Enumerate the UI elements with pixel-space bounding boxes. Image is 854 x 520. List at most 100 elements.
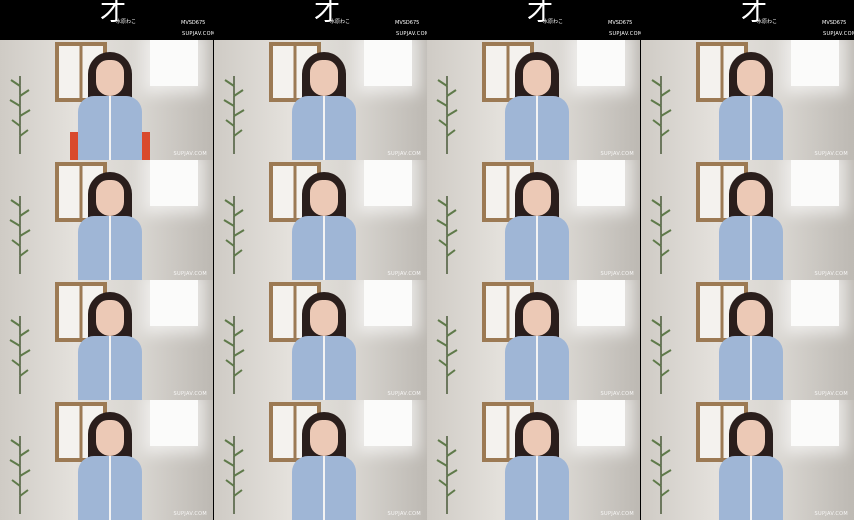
room-background <box>0 40 213 160</box>
person <box>74 410 146 520</box>
frame-watermark: SUPJAV.COM <box>600 271 634 277</box>
bright-window <box>791 280 839 326</box>
bright-window <box>364 400 412 446</box>
room-background <box>641 160 854 280</box>
frame-watermark: SUPJAV.COM <box>814 511 848 517</box>
video-frame-thumbnail: SUPJAV.COM <box>214 160 427 280</box>
bright-window <box>791 400 839 446</box>
person <box>74 170 146 280</box>
person <box>74 290 146 400</box>
header-watermark: SUPJAV.COM <box>823 31 854 37</box>
logo-name: 水原わこ <box>330 19 351 25</box>
video-frame-thumbnail: SUPJAV.COM <box>427 400 640 520</box>
person <box>715 170 787 280</box>
video-frame-thumbnail: SUPJAV.COM <box>0 160 213 280</box>
bright-window <box>364 40 412 86</box>
room-background <box>427 40 640 160</box>
plant-icon <box>650 76 672 154</box>
person <box>288 170 360 280</box>
video-frame-thumbnail: SUPJAV.COM <box>0 280 213 400</box>
header-watermark: SUPJAV.COM <box>182 31 216 37</box>
bright-window <box>791 160 839 206</box>
frame-watermark: SUPJAV.COM <box>387 391 421 397</box>
video-frame-thumbnail: SUPJAV.COM <box>214 280 427 400</box>
video-frame-thumbnail: SUPJAV.COM <box>641 400 854 520</box>
video-frame-thumbnail: SUPJAV.COM <box>427 40 640 160</box>
bright-window <box>364 160 412 206</box>
person <box>288 290 360 400</box>
person <box>501 170 573 280</box>
frame-watermark: SUPJAV.COM <box>173 271 207 277</box>
header-watermark: SUPJAV.COM <box>396 31 430 37</box>
frame-watermark: SUPJAV.COM <box>814 151 848 157</box>
video-frame-thumbnail: SUPJAV.COM <box>641 160 854 280</box>
person <box>288 50 360 160</box>
bright-window <box>577 400 625 446</box>
room-background <box>641 400 854 520</box>
plant-icon <box>223 316 245 394</box>
logo-name: 水原わこ <box>116 19 137 25</box>
header-strip: 才水原わこ MVSD675 SUPJAV.COM <box>214 0 430 40</box>
frame-watermark: SUPJAV.COM <box>173 151 207 157</box>
video-frame-thumbnail: SUPJAV.COM <box>427 160 640 280</box>
frame-watermark: SUPJAV.COM <box>814 391 848 397</box>
frame-watermark: SUPJAV.COM <box>600 151 634 157</box>
plant-icon <box>9 436 31 514</box>
video-frame-thumbnail: SUPJAV.COM <box>427 280 640 400</box>
plant-icon <box>650 316 672 394</box>
header-strip: 才水原わこ MVSD675 SUPJAV.COM <box>427 0 643 40</box>
frame-watermark: SUPJAV.COM <box>387 271 421 277</box>
bright-window <box>791 40 839 86</box>
plant-icon <box>9 76 31 154</box>
bright-window <box>577 40 625 86</box>
plant-icon <box>436 316 458 394</box>
video-frame-thumbnail: SUPJAV.COM <box>641 280 854 400</box>
plant-icon <box>9 196 31 274</box>
person <box>501 290 573 400</box>
bright-window <box>150 280 198 326</box>
bright-window <box>364 280 412 326</box>
frame-watermark: SUPJAV.COM <box>173 391 207 397</box>
bright-window <box>150 40 198 86</box>
plant-icon <box>9 316 31 394</box>
room-background <box>214 280 427 400</box>
frame-watermark: SUPJAV.COM <box>600 511 634 517</box>
plant-icon <box>223 436 245 514</box>
room-background <box>427 160 640 280</box>
room-background <box>0 400 213 520</box>
plant-icon <box>650 436 672 514</box>
logo-name: 水原わこ <box>757 19 778 25</box>
person <box>288 410 360 520</box>
product-code: MVSD675 <box>395 20 420 26</box>
header-strip: 才水原わこ MVSD675 SUPJAV.COM <box>641 0 854 40</box>
room-background <box>214 40 427 160</box>
plant-icon <box>223 76 245 154</box>
room-background <box>214 400 427 520</box>
frame-watermark: SUPJAV.COM <box>387 151 421 157</box>
plant-icon <box>436 196 458 274</box>
frame-watermark: SUPJAV.COM <box>814 271 848 277</box>
person <box>74 50 146 160</box>
room-background <box>427 280 640 400</box>
plant-icon <box>436 76 458 154</box>
room-background <box>0 280 213 400</box>
person <box>501 50 573 160</box>
bright-window <box>577 160 625 206</box>
product-code: MVSD675 <box>181 20 206 26</box>
plant-icon <box>650 196 672 274</box>
video-frame-thumbnail: SUPJAV.COM <box>0 40 213 160</box>
header-watermark: SUPJAV.COM <box>609 31 643 37</box>
plant-icon <box>223 196 245 274</box>
room-background <box>641 280 854 400</box>
room-background <box>0 160 213 280</box>
person <box>501 410 573 520</box>
product-code: MVSD675 <box>822 20 847 26</box>
video-frame-thumbnail: SUPJAV.COM <box>641 40 854 160</box>
video-frame-thumbnail: SUPJAV.COM <box>0 400 213 520</box>
header-strip: 才水原わこ MVSD675 SUPJAV.COM <box>0 0 216 40</box>
person <box>715 50 787 160</box>
plant-icon <box>436 436 458 514</box>
logo-name: 水原わこ <box>543 19 564 25</box>
frame-watermark: SUPJAV.COM <box>600 391 634 397</box>
frame-watermark: SUPJAV.COM <box>173 511 207 517</box>
